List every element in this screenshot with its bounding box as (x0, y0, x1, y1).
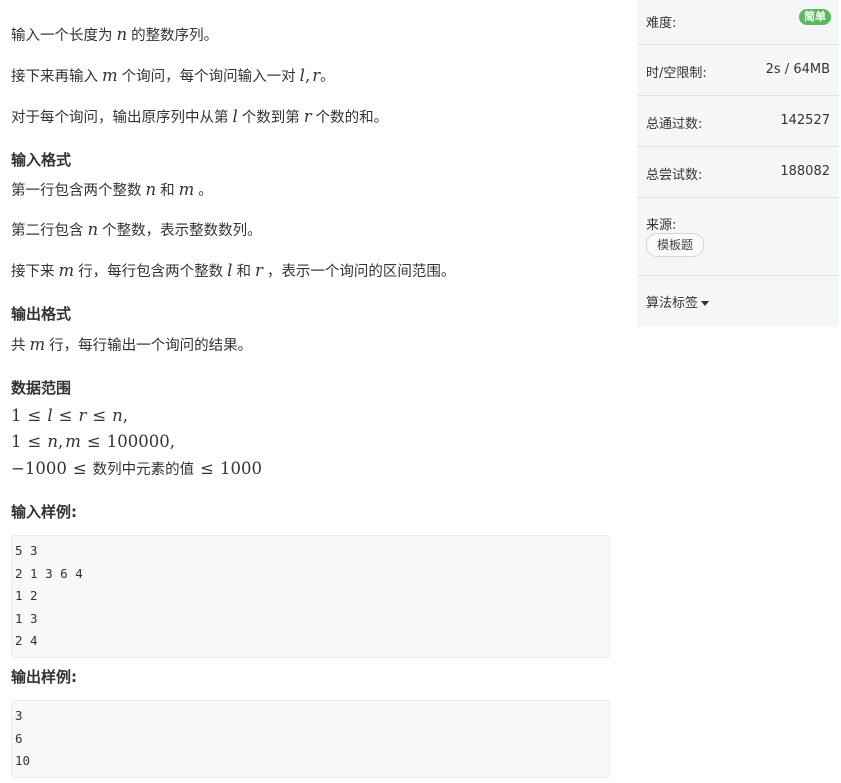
math-n: n (145, 180, 157, 199)
math: ≤ (86, 432, 101, 451)
math: ≤ (58, 406, 73, 425)
problem-info-sidebar: 难度: 简单 时/空限制: 2s / 64MB 总通过数: 142527 总尝试… (637, 0, 839, 327)
difficulty-row: 难度: 简单 (637, 0, 839, 45)
caret-down-icon (701, 301, 710, 306)
math-m: m (178, 180, 195, 199)
text: 个询问，每个询问输入一对 (121, 69, 296, 85)
code-line: 1 2 (15, 588, 38, 603)
source-tag[interactable]: 模板题 (646, 233, 705, 257)
sample-input-heading: 输入样例: (11, 503, 77, 521)
math-l: l (232, 107, 238, 126)
math: , (122, 406, 129, 425)
code-line: 1 3 (15, 610, 38, 626)
output-format-heading: 输出格式 (11, 305, 72, 323)
text: 和 (160, 183, 175, 199)
range-line-1: 1 ≤ l ≤ r ≤ n, (11, 406, 128, 427)
math: m (65, 432, 81, 451)
math-l: l (299, 66, 305, 85)
math-n: n (116, 25, 128, 44)
text: 和 (236, 264, 251, 280)
code-line: 3 (15, 708, 23, 723)
data-range-heading: 数据范围 (11, 379, 72, 397)
text: 接下来 (11, 264, 55, 280)
math-m: m (58, 261, 75, 280)
math: n (47, 432, 58, 451)
code-line: 2 4 (15, 633, 38, 648)
code-line: 6 (15, 730, 23, 746)
difficulty-badge: 简单 (799, 9, 831, 25)
sample-output-heading: 输出样例: (11, 668, 77, 686)
code-line: 10 (15, 753, 31, 768)
sample-output-block[interactable]: 3 6 10 (11, 700, 610, 778)
text: 对于每个询问，输出原序列中从第 (11, 110, 229, 126)
math: , (169, 432, 175, 451)
math: 1 (11, 432, 22, 451)
text: 第一行包含两个整数 (11, 183, 142, 199)
math: ≤ (27, 432, 42, 451)
algorithm-tags-label: 算法标签 (646, 296, 699, 311)
math-m: m (29, 335, 46, 354)
math: 1000 (219, 459, 262, 478)
text: 共 (11, 338, 26, 354)
difficulty-label: 难度: (646, 16, 677, 31)
text: 个数到第 (241, 110, 300, 126)
text: 的整数序列。 (131, 28, 219, 44)
algorithm-tags-toggle[interactable]: 算法标签 (646, 292, 710, 311)
math: ≤ (92, 406, 107, 425)
passed-row: 总通过数: 142527 (637, 96, 839, 147)
input-line-1: 第一行包含两个整数 n 和 m。 (11, 180, 213, 201)
text: 接下来再输入 (11, 69, 98, 85)
math-r: r (303, 107, 312, 126)
text: 。 (320, 69, 335, 85)
math: ≤ (72, 459, 87, 478)
description-line-2: 接下来再输入 m 个询问，每个询问输入一对 l, r。 (11, 66, 335, 87)
input-line-3: 接下来 m 行，每行包含两个整数 l 和 r ，表示一个询问的区间范围。 (11, 261, 455, 282)
source-label: 来源: (646, 218, 677, 233)
limit-value: 2s / 64MB (765, 62, 830, 77)
math-r: r (254, 261, 263, 280)
range-line-3: −1000 ≤ 数列中元素的值 ≤1000 (11, 459, 262, 480)
passed-label: 总通过数: (646, 117, 703, 132)
text: 行，每行输出一个询问的结果。 (49, 338, 253, 354)
input-line-2: 第二行包含 n 个整数，表示整数数列。 (11, 220, 262, 241)
text: ，表示一个询问的区间范围。 (266, 264, 456, 280)
math: n (112, 406, 123, 425)
math: ≤ (200, 459, 214, 478)
math-n: n (87, 220, 99, 239)
attempts-label: 总尝试数: (646, 168, 703, 183)
code-line: 2 1 3 6 4 (15, 565, 83, 581)
text: 数列中元素的值 (92, 462, 195, 478)
limit-label: 时/空限制: (646, 66, 707, 81)
math: ≤ (27, 406, 42, 425)
input-format-heading: 输入格式 (11, 151, 72, 169)
text: 个数的和。 (315, 110, 389, 126)
math: l (47, 406, 53, 425)
math-l: l (227, 261, 233, 280)
math-m: m (102, 66, 118, 85)
passed-value: 142527 (780, 113, 830, 128)
text: 行，每行包含两个整数 (78, 264, 224, 280)
math-r: r (312, 66, 321, 85)
math: 100000 (106, 432, 170, 451)
text: 个整数，表示整数数列。 (102, 223, 262, 239)
math: −1000 (11, 459, 67, 478)
attempts-value: 188082 (780, 164, 830, 179)
description-line-1: 输入一个长度为 n 的整数序列。 (11, 25, 218, 46)
text: 第二行包含 (11, 223, 84, 239)
text: 输入一个长度为 (11, 28, 113, 44)
output-line-1: 共 m 行，每行输出一个询问的结果。 (11, 335, 252, 356)
range-line-2: 1 ≤ n, m ≤100000, (11, 432, 175, 453)
description-line-3: 对于每个询问，输出原序列中从第 l 个数到第 r 个数的和。 (11, 107, 388, 128)
attempts-row: 总尝试数: 188082 (637, 147, 839, 198)
text: 。 (198, 183, 213, 199)
math: 1 (11, 406, 22, 425)
limit-row: 时/空限制: 2s / 64MB (637, 45, 839, 96)
code-line: 5 3 (15, 543, 38, 558)
sample-input-block[interactable]: 5 3 2 1 3 6 4 1 2 1 3 2 4 (11, 535, 610, 658)
